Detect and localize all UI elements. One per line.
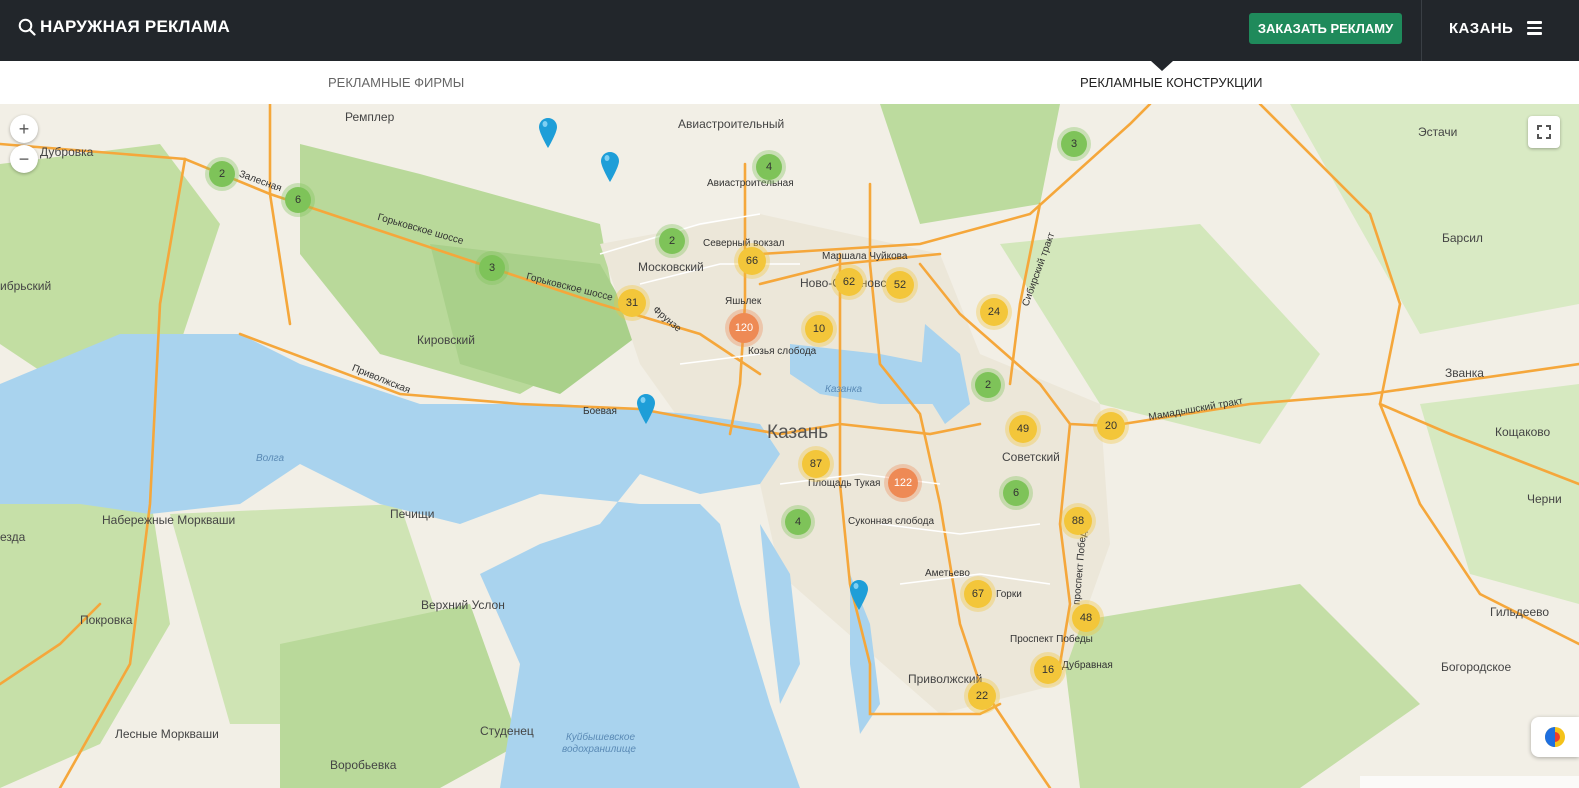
location-pin-icon[interactable] [601,152,619,182]
metro-label: Дубравная [1062,660,1113,671]
zoom-out-button[interactable]: − [10,145,38,173]
water-label: Волга [256,453,285,464]
marker-cluster[interactable]: 4 [785,509,811,535]
metro-label: Площадь Тукая [808,478,881,489]
fullscreen-button[interactable] [1528,116,1560,148]
marker-cluster[interactable]: 6 [1003,480,1029,506]
place-label: Покровка [80,613,133,627]
marker-cluster[interactable]: 88 [1064,507,1092,535]
metro-label: Козья слобода [748,346,817,357]
metro-label: Северный вокзал [703,238,785,249]
search-icon [18,18,36,36]
tab-bar: РЕКЛАМНЫЕ ФИРМЫ РЕКЛАМНЫЕ КОНСТРУКЦИИ [0,61,1579,105]
marker-cluster[interactable]: 4 [756,154,782,180]
map-base-layer [0,104,1579,788]
place-label: Лесные Моркваши [115,727,219,741]
marker-cluster[interactable]: 20 [1097,412,1125,440]
place-label: Ремплер [345,110,395,124]
map-attribution [1360,776,1579,788]
water-label: Куйбышевское [566,732,636,743]
chat-widget-icon [1545,727,1565,747]
order-ad-button[interactable]: ЗАКАЗАТЬ РЕКЛАМУ [1249,13,1402,44]
marker-cluster[interactable]: 3 [479,255,505,281]
chat-widget-button[interactable] [1531,717,1579,757]
marker-cluster[interactable]: 87 [802,450,830,478]
place-label: Черни [1527,492,1562,506]
marker-cluster[interactable]: 6 [285,187,311,213]
place-label: Советский [1002,450,1060,464]
street-label: Боевая [583,406,617,417]
top-bar: НАРУЖНАЯ РЕКЛАМА ЗАКАЗАТЬ РЕКЛАМУ КАЗАНЬ [0,0,1579,61]
place-label: езда [0,530,26,544]
site-title: НАРУЖНАЯ РЕКЛАМА [40,17,231,36]
zoom-in-button[interactable]: + [10,115,38,143]
place-label: Кощаково [1495,425,1551,439]
location-pin-icon[interactable] [850,580,868,610]
metro-label: Суконная слобода [848,516,935,527]
place-label: Эстачи [1418,125,1458,139]
marker-cluster[interactable]: 52 [886,271,914,299]
marker-cluster[interactable]: 66 [738,247,766,275]
place-label: Печищи [390,507,435,521]
fullscreen-icon [1537,125,1551,139]
place-label: Студенец [480,724,534,738]
water-label: водохранилище [562,744,636,755]
metro-label: Горки [996,589,1022,600]
location-pin-icon[interactable] [637,394,655,424]
metro-label: Авиастроительная [707,178,794,189]
marker-cluster[interactable]: 67 [964,580,992,608]
search-toggle[interactable]: НАРУЖНАЯ РЕКЛАМА [18,17,230,37]
place-label: Барсил [1442,231,1483,245]
place-label: Верхний Услон [421,598,505,612]
hamburger-menu-icon[interactable] [1527,21,1542,35]
marker-cluster[interactable]: 22 [968,682,996,710]
marker-cluster[interactable]: 49 [1009,415,1037,443]
place-label: Авиастроительный [678,117,785,131]
city-selector[interactable]: КАЗАНЬ [1449,20,1513,37]
tab-ad-companies[interactable]: РЕКЛАМНЫЕ ФИРМЫ [328,75,464,90]
water-label: Казанка [825,384,863,395]
place-label: ибрьский [0,279,52,293]
place-label: Дубровка [40,145,94,159]
location-pin-icon[interactable] [539,118,557,148]
marker-cluster[interactable]: 120 [729,313,759,343]
place-label: Воробьевка [330,758,397,772]
marker-cluster[interactable]: 122 [888,468,918,498]
place-label: Набережные Моркваши [102,513,236,527]
metro-label: Яшьлек [725,296,762,307]
marker-cluster[interactable]: 48 [1072,604,1100,632]
marker-cluster[interactable]: 2 [975,372,1001,398]
header-divider [1421,0,1422,61]
place-label: Приволжский [908,672,983,686]
tab-ad-structures[interactable]: РЕКЛАМНЫЕ КОНСТРУКЦИИ [1080,75,1262,90]
metro-label: Проспект Победы [1010,634,1093,645]
marker-cluster[interactable]: 62 [835,268,863,296]
city-label: Казань [767,422,829,443]
marker-cluster[interactable]: 10 [805,315,833,343]
place-label: Богородское [1441,660,1512,674]
marker-cluster[interactable]: 2 [209,161,235,187]
place-label: Гильдеево [1490,605,1550,619]
marker-cluster[interactable]: 16 [1034,656,1062,684]
marker-cluster[interactable]: 2 [659,228,685,254]
marker-cluster[interactable]: 3 [1061,131,1087,157]
street-label: Маршала Чуйкова [822,251,908,262]
active-tab-indicator [1151,61,1173,71]
map-canvas[interactable]: Ремплер Дубровка Авиастроительный Авиаст… [0,104,1579,788]
place-label: Кировский [417,333,475,347]
place-label: Званка [1445,366,1484,380]
metro-label: Аметьево [925,568,970,579]
marker-cluster[interactable]: 24 [980,298,1008,326]
marker-cluster[interactable]: 31 [618,289,646,317]
place-label: Московский [638,260,704,274]
